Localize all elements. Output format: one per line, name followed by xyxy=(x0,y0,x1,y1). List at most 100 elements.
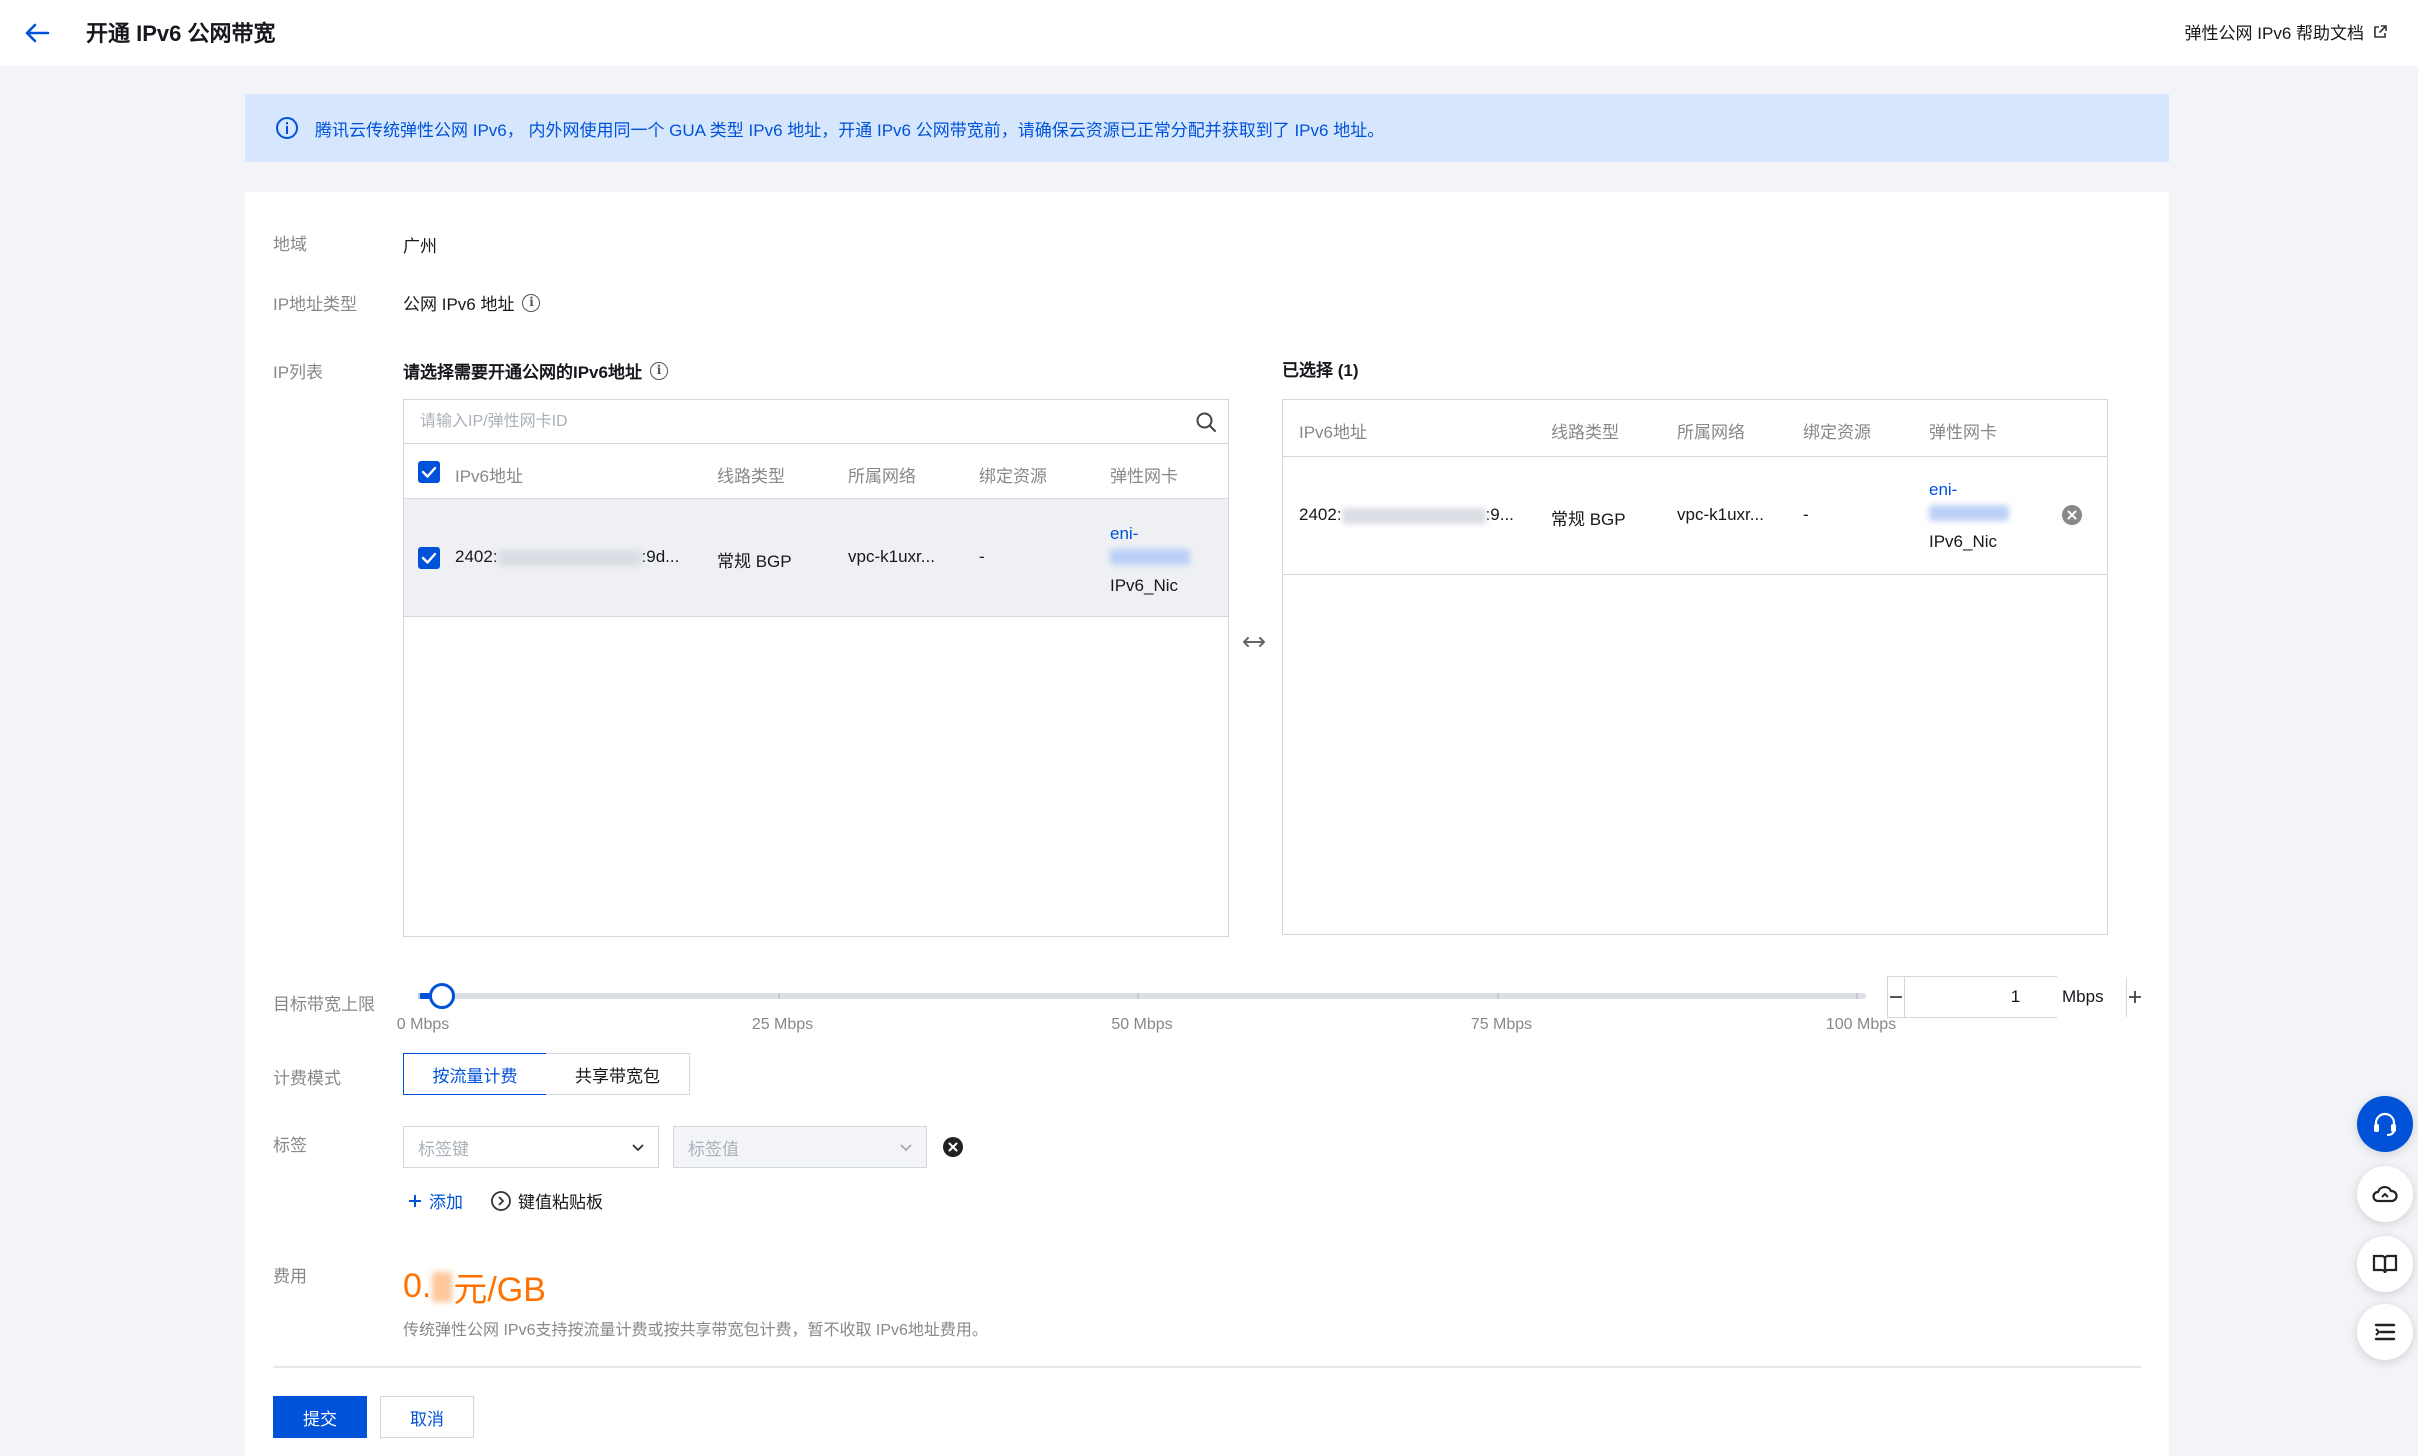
submit-button[interactable]: 提交 xyxy=(273,1396,367,1438)
external-link-icon xyxy=(2374,24,2387,38)
add-tag-link[interactable]: 添加 xyxy=(407,1188,463,1213)
select-all-checkbox[interactable] xyxy=(418,461,440,483)
menu-list-button[interactable] xyxy=(2357,1304,2413,1360)
price-suffix: 元/GB xyxy=(453,1271,546,1309)
ip-type-label: IP地址类型 xyxy=(273,295,358,314)
line-type-cell: 常规 BGP xyxy=(1551,510,1626,529)
eni-cell: eni- IPv6_Nic xyxy=(1929,477,2009,555)
divider xyxy=(273,1366,2141,1368)
left-ip-panel: IPv6地址 线路类型 所属网络 绑定资源 弹性网卡 2402: :9d... 常… xyxy=(403,399,1229,937)
fee-label: 费用 xyxy=(273,1267,307,1286)
ipv6-prefix: 2402: xyxy=(455,547,498,566)
column-header: 线路类型 xyxy=(717,467,785,486)
column-header: IPv6地址 xyxy=(455,467,524,486)
column-header: 所属网络 xyxy=(1677,423,1745,442)
info-icon[interactable]: i xyxy=(649,361,668,380)
transfer-arrows-icon xyxy=(1243,637,1265,647)
slider-tick-label: 75 Mbps xyxy=(1470,1016,1533,1033)
billing-option-traffic[interactable]: 按流量计费 xyxy=(403,1053,547,1095)
left-panel-title-wrap: 请选择需要开通公网的IPv6地址 i xyxy=(403,358,668,383)
info-icon[interactable]: i xyxy=(522,293,541,312)
book-icon xyxy=(2372,1254,2398,1274)
table-row: 2402::9... 常规 BGP vpc-k1uxr... - eni- IP… xyxy=(1283,457,2107,575)
column-header: 弹性网卡 xyxy=(1110,467,1178,486)
top-bar: 开通 IPv6 公网带宽 弹性公网 IPv6 帮助文档 xyxy=(0,0,2418,66)
search-input[interactable] xyxy=(404,400,1228,443)
selected-ip-panel: IPv6地址 线路类型 所属网络 绑定资源 弹性网卡 2402::9... 常规… xyxy=(1282,399,2108,935)
minus-icon xyxy=(1890,996,1902,998)
chevron-down-icon xyxy=(900,1144,912,1152)
price: 0. 元/GB xyxy=(403,1262,546,1311)
right-table-header: IPv6地址 线路类型 所属网络 绑定资源 弹性网卡 xyxy=(1283,400,2107,457)
resource-cell: - xyxy=(979,547,985,566)
tag-label: 标签 xyxy=(273,1136,307,1155)
slider-tick-label: 25 Mbps xyxy=(751,1016,814,1033)
redacted-eni-id xyxy=(1110,549,1190,565)
info-circle-icon xyxy=(276,117,298,139)
column-header: 绑定资源 xyxy=(1803,423,1871,442)
row-checkbox[interactable] xyxy=(418,547,440,569)
eni-name: IPv6_Nic xyxy=(1929,532,1998,551)
ip-type-value: 公网 IPv6 地址 xyxy=(403,295,515,314)
column-header: 绑定资源 xyxy=(979,467,1047,486)
redacted-price xyxy=(432,1271,453,1302)
billing-option-shared[interactable]: 共享带宽包 xyxy=(546,1053,690,1095)
chevron-down-icon xyxy=(632,1144,644,1152)
tag-key-select[interactable]: 标签键 xyxy=(403,1126,659,1168)
plus-icon xyxy=(409,1194,421,1207)
ip-type-value-wrap: 公网 IPv6 地址 i xyxy=(403,290,541,315)
help-doc-link[interactable]: 弹性公网 IPv6 帮助文档 xyxy=(2185,19,2388,44)
eni-cell: eni- IPv6_Nic xyxy=(1110,521,1190,599)
check-icon xyxy=(421,466,437,478)
tag-key-placeholder: 标签键 xyxy=(418,1139,469,1159)
table-row[interactable]: 2402::9d... 常规 BGP vpc-k1uxr... - eni- I… xyxy=(404,499,1228,617)
clipboard-label: 键值粘贴板 xyxy=(518,1193,603,1212)
back-arrow-icon[interactable] xyxy=(20,16,54,50)
ipv6-suffix: :9d... xyxy=(641,547,680,566)
line-type-cell: 常规 BGP xyxy=(717,552,792,571)
region-label: 地域 xyxy=(273,235,307,254)
search-icon[interactable] xyxy=(1194,410,1218,434)
redacted-address xyxy=(1341,507,1486,524)
eni-link[interactable]: eni- xyxy=(1929,477,2009,503)
bandwidth-unit: Mbps xyxy=(2062,987,2104,1006)
tag-value-placeholder: 标签值 xyxy=(688,1139,739,1159)
cancel-button[interactable]: 取消 xyxy=(380,1396,474,1438)
ipv6-suffix: :9... xyxy=(1485,505,1514,524)
remove-tag-icon[interactable] xyxy=(942,1136,964,1158)
slider-tick-label: 100 Mbps xyxy=(1825,1016,1897,1033)
bandwidth-slider[interactable] xyxy=(418,983,1866,1009)
help-doc-link-label: 弹性公网 IPv6 帮助文档 xyxy=(2184,24,2364,43)
slider-tick xyxy=(418,993,420,999)
region-value: 广州 xyxy=(403,237,437,256)
list-icon xyxy=(2374,1323,2396,1341)
ipv6-address-cell: 2402::9... xyxy=(1299,505,1514,525)
slider-tick-label: 50 Mbps xyxy=(1111,1016,1173,1033)
bandwidth-label: 目标带宽上限 xyxy=(273,995,375,1014)
cloud-assistant-button[interactable] xyxy=(2357,1166,2413,1222)
decrement-button[interactable] xyxy=(1888,977,1904,1017)
eni-link[interactable]: eni- xyxy=(1110,521,1190,547)
redacted-eni-id xyxy=(1929,505,2009,521)
headset-icon xyxy=(2374,1112,2396,1136)
left-panel-title: 请选择需要开通公网的IPv6地址 xyxy=(403,363,642,382)
slider-tick xyxy=(1137,993,1139,999)
redacted-address xyxy=(497,549,642,566)
remove-icon[interactable] xyxy=(2061,504,2083,526)
bandwidth-stepper xyxy=(1887,976,2141,1018)
increment-button[interactable] xyxy=(2127,977,2143,1017)
slider-tick-label: 0 Mbps xyxy=(396,1016,450,1033)
network-cell: vpc-k1uxr... xyxy=(1677,505,1764,524)
column-header: 弹性网卡 xyxy=(1929,423,1997,442)
resource-cell: - xyxy=(1803,505,1809,524)
slider-tick xyxy=(1856,993,1858,999)
slider-tick xyxy=(1496,993,1499,999)
docs-button[interactable] xyxy=(2357,1236,2413,1292)
plus-icon xyxy=(2129,991,2141,1003)
check-icon xyxy=(421,552,437,564)
tag-value-select: 标签值 xyxy=(673,1126,927,1168)
clipboard-link[interactable]: 键值粘贴板 xyxy=(490,1188,603,1213)
column-header: 所属网络 xyxy=(848,467,916,486)
customer-service-button[interactable] xyxy=(2357,1096,2413,1152)
notice-text: 腾讯云传统弹性公网 IPv6， 内外网使用同一个 GUA 类型 IPv6 地址，… xyxy=(315,120,1385,140)
